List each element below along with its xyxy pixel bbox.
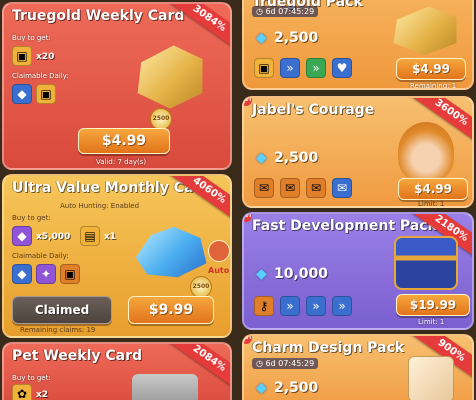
speedup-item-icon: » <box>332 296 352 316</box>
gem-amount: 2,500 <box>274 380 319 396</box>
jabels-courage-card: HOT Jabel's Courage 3600% ◆ 2,500 ✉ ✉ ✉ … <box>242 96 474 208</box>
timer-text: 6d 07:45:29 <box>265 359 315 368</box>
card-title: Pet Weekly Card <box>12 348 143 364</box>
remaining-claims-text: Remaining claims: 19 <box>20 326 96 334</box>
claimed-button[interactable]: Claimed <box>12 296 112 324</box>
pet-count: x2 <box>36 390 49 400</box>
medal-icon: 2500 <box>150 108 172 130</box>
buy-button[interactable]: $4.99 <box>78 128 170 154</box>
buy-button[interactable]: $19.99 <box>396 294 470 316</box>
gem-item-icon: ◆ <box>12 84 32 104</box>
charm-design-pack-card: HOT Charm Design Pack 900% ◷ 6d 07:45:29… <box>242 334 474 400</box>
validity-text: Valid: 7 day(s) <box>96 158 147 166</box>
speedup-item-icon: » <box>280 58 300 78</box>
truegold-item-icon: ▣ <box>254 58 274 78</box>
blue-gems-pile-icon <box>135 226 207 278</box>
buy-to-get-label: Buy to get: <box>12 214 51 222</box>
clock-icon: ◷ <box>256 359 266 368</box>
countdown-timer: ◷ 6d 07:45:29 <box>252 6 319 17</box>
chest-item-icon: ▤ <box>80 226 100 246</box>
pet-weekly-card: Pet Weekly Card 2084% Buy to get: ✿ x2 <box>2 342 232 400</box>
scroll-item-icon: ✉ <box>254 178 274 198</box>
scroll-item-icon: ✉ <box>280 178 300 198</box>
auto-hunt-icon <box>208 240 230 262</box>
charm-item-icon: ♥ <box>332 58 352 78</box>
speedup-item-icon: » <box>306 58 326 78</box>
truegold-pack-card: Truegold Pack ◷ 6d 07:45:29 ◆ 2,500 ▣ » … <box>242 0 474 90</box>
remaining-text: Remaining: 1 <box>410 82 457 90</box>
claimable-daily-label: Claimable Daily: <box>12 252 69 260</box>
gem-item-icon: ◆ <box>12 264 32 284</box>
scroll-item-icon: ✉ <box>332 178 352 198</box>
gem-icon: ◆ <box>256 266 267 282</box>
pet-chest-icon <box>132 374 198 400</box>
limit-text: Limit: 1 <box>418 318 445 326</box>
gem-amount: 2,500 <box>274 150 319 166</box>
hot-badge: HOT <box>244 336 252 344</box>
auto-label: Auto <box>208 266 230 275</box>
truegold-item-icon: ▣ <box>60 264 80 284</box>
buy-button[interactable]: $4.99 <box>398 178 468 200</box>
card-title: Truegold Weekly Card <box>12 8 185 24</box>
card-title: Jabel's Courage <box>252 102 375 118</box>
gem-icon: ◆ <box>256 30 267 46</box>
buy-count: x20 <box>36 52 55 62</box>
buy-to-get-label: Buy to get: <box>12 374 51 382</box>
card-title: Charm Design Pack <box>252 340 405 356</box>
medal-icon: 2500 <box>190 276 212 298</box>
hot-badge: HOT <box>244 214 252 222</box>
speedup-item-icon: » <box>306 296 326 316</box>
gem-amount: 10,000 <box>274 266 329 282</box>
box-count: x1 <box>104 232 117 242</box>
gem-item-icon: ✦ <box>36 264 56 284</box>
card-title: Fast Development Pack <box>252 218 437 234</box>
fast-development-pack-card: HOT Fast Development Pack 2180% ◆ 10,000… <box>242 212 474 330</box>
truegold-item-icon: ▣ <box>36 84 56 104</box>
gem-item-icon: ◆ <box>12 226 32 246</box>
gold-bars-icon <box>393 6 457 55</box>
countdown-timer: ◷ 6d 07:45:29 <box>252 358 319 369</box>
claimable-daily-label: Claimable Daily: <box>12 72 69 80</box>
buy-button[interactable]: $4.99 <box>396 58 466 80</box>
limit-text: Limit: 1 <box>418 200 445 208</box>
gem-count: x5,000 <box>36 232 71 242</box>
clock-icon: ◷ <box>256 7 266 16</box>
ultra-value-monthly-card: Ultra Value Monthly Card 4060% Buy to ge… <box>2 174 232 338</box>
scroll-item-icon: ✉ <box>306 178 326 198</box>
gem-icon: ◆ <box>256 150 267 166</box>
charm-scroll-icon <box>408 356 454 400</box>
key-item-icon: ⚷ <box>254 296 274 316</box>
timer-text: 6d 07:45:29 <box>265 7 315 16</box>
buy-to-get-label: Buy to get: <box>12 34 51 42</box>
truegold-item-icon: ▣ <box>12 46 32 66</box>
speedup-item-icon: » <box>280 296 300 316</box>
gem-icon: ◆ <box>256 380 267 396</box>
gem-amount: 2,500 <box>274 30 319 46</box>
auto-hunting-label: Auto Hunting: Enabled <box>60 202 140 210</box>
buy-button[interactable]: $9.99 <box>128 296 214 324</box>
truegold-weekly-card: Truegold Weekly Card 3084% Buy to get: ▣… <box>2 2 232 170</box>
treasure-chest-icon <box>394 236 458 290</box>
gold-bars-icon <box>137 45 203 109</box>
hero-portrait-icon <box>398 122 454 182</box>
pet-item-icon: ✿ <box>12 384 32 400</box>
hot-badge: HOT <box>244 98 252 106</box>
